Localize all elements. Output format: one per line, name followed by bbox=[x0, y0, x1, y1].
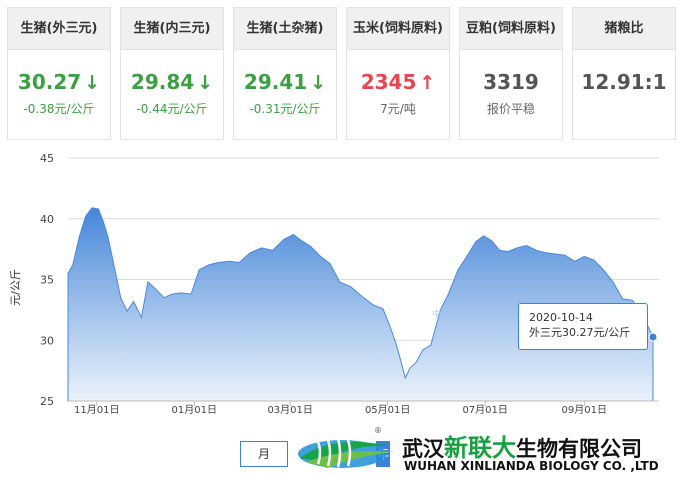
x-tick-label: 05月01日 bbox=[365, 404, 410, 416]
card-change: 报价平稳 bbox=[486, 102, 535, 116]
x-tick-label: 03月01日 bbox=[267, 404, 312, 416]
card-value: 29.41 ↓ bbox=[234, 70, 336, 95]
x-tick-label: 11月01日 bbox=[74, 404, 119, 416]
card-title: 豆粕(饲料原料) bbox=[460, 8, 562, 50]
y-tick-label: 45 bbox=[40, 152, 54, 165]
x-tick-label: 07月01日 bbox=[462, 404, 507, 416]
y-tick-label: 30 bbox=[40, 334, 54, 347]
up-arrow-icon: ↑ bbox=[419, 72, 436, 94]
card-soymeal[interactable]: 豆粕(饲料原料) 3319 报价平稳 bbox=[459, 7, 563, 140]
tab-month[interactable]: 月 bbox=[240, 441, 288, 467]
card-value: 3319 bbox=[483, 70, 539, 94]
company-logo-icon bbox=[298, 438, 394, 468]
value-text: 2345 bbox=[360, 70, 417, 94]
registered-mark: ® bbox=[374, 426, 382, 435]
y-tick-label: 35 bbox=[40, 274, 54, 287]
card-title: 生猪(外三元) bbox=[8, 8, 110, 50]
value-text: 29.84 bbox=[130, 70, 195, 94]
tooltip-value: 外三元30.27元/公斤 bbox=[529, 326, 631, 339]
y-tick-label: 40 bbox=[40, 213, 54, 226]
y-tick-label: 25 bbox=[40, 395, 54, 408]
price-chart-svg: 25 30 35 40 45 11月01日 01月01日 03月01日 05月01日 07月01… bbox=[9, 152, 659, 416]
down-arrow-icon: ↓ bbox=[84, 72, 101, 94]
y-axis: 25 30 35 40 45 bbox=[40, 152, 54, 408]
card-pig-wai[interactable]: 生猪(外三元) 30.27 ↓ -0.38元/公斤 bbox=[7, 7, 111, 140]
card-title: 猪粮比 bbox=[573, 8, 675, 50]
card-pig-tuza[interactable]: 生猪(土杂猪) 29.41 ↓ -0.31元/公斤 bbox=[233, 7, 337, 140]
value-text: 30.27 bbox=[17, 70, 82, 94]
value-text: 29.41 bbox=[243, 70, 308, 94]
x-axis: 11月01日 01月01日 03月01日 05月01日 07月01日 09月01日 bbox=[68, 400, 659, 416]
y-axis-label: 元/公斤 bbox=[9, 269, 22, 306]
card-value: 2345 ↑ bbox=[347, 70, 449, 95]
watermark-text: 中国养猪网 bbox=[432, 310, 478, 320]
tooltip-date: 2020-10-14 bbox=[529, 311, 593, 324]
card-value: 30.27 ↓ bbox=[8, 70, 110, 95]
card-value: 29.84 ↓ bbox=[121, 70, 223, 95]
company-name-en: WUHAN XINLIANDA BIOLOGY CO. ,LTD bbox=[404, 459, 659, 473]
data-point-latest[interactable] bbox=[648, 332, 658, 342]
x-tick-label: 01月01日 bbox=[172, 404, 217, 416]
card-title: 玉米(饲料原料) bbox=[347, 8, 449, 50]
company-name-fancy: 新联大 bbox=[444, 433, 516, 462]
chart-tooltip: 2020-10-14 外三元30.27元/公斤 bbox=[518, 303, 648, 350]
x-tick-label: 09月01日 bbox=[562, 404, 607, 416]
company-name-suffix: 生物有限公司 bbox=[516, 436, 642, 461]
card-pig-grain-ratio[interactable]: 猪粮比 12.91:1 bbox=[572, 7, 676, 140]
card-corn[interactable]: 玉米(饲料原料) 2345 ↑ 7元/吨 bbox=[346, 7, 450, 140]
card-value: 12.91:1 bbox=[581, 70, 667, 94]
company-name-cn: 武汉新联大生物有限公司 bbox=[402, 428, 642, 463]
card-change: -0.38元/公斤 bbox=[23, 102, 95, 116]
price-cards: 生猪(外三元) 30.27 ↓ -0.38元/公斤 生猪(内三元) 29.84 ↓ … bbox=[7, 7, 683, 147]
card-change: -0.31元/公斤 bbox=[249, 102, 321, 116]
down-arrow-icon: ↓ bbox=[197, 72, 214, 94]
card-title: 生猪(土杂猪) bbox=[234, 8, 336, 50]
down-arrow-icon: ↓ bbox=[310, 72, 327, 94]
card-change: -0.44元/公斤 bbox=[136, 102, 208, 116]
company-name-prefix: 武汉 bbox=[402, 436, 444, 461]
card-change: 7元/吨 bbox=[380, 102, 416, 116]
card-pig-nei[interactable]: 生猪(内三元) 29.84 ↓ -0.44元/公斤 bbox=[120, 7, 224, 140]
card-title: 生猪(内三元) bbox=[121, 8, 223, 50]
company-banner: ® 武汉新联大生物有限公司 WUHAN XINLIANDA BIOLOGY CO… bbox=[292, 422, 683, 488]
